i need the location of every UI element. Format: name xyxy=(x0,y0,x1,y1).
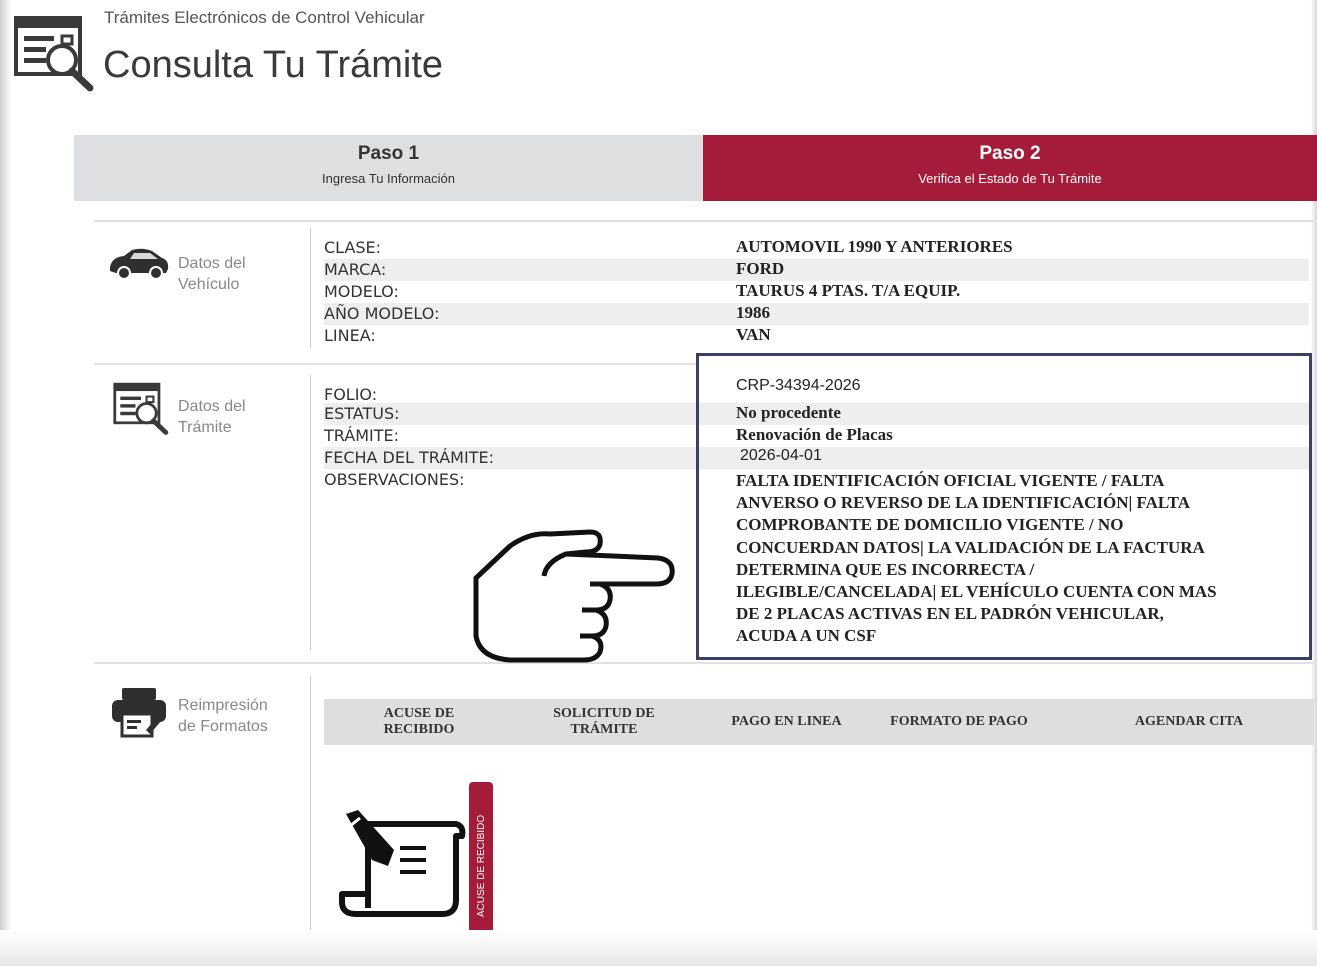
field-label: CLASE: xyxy=(324,238,382,257)
column-label: SOLICITUD DE xyxy=(553,706,655,721)
field-label: ESTATUS: xyxy=(324,404,400,423)
section-label-vehiculo: Datos del Vehículo xyxy=(178,253,246,295)
vehiculo-data: CLASE: AUTOMOVIL 1990 Y ANTERIORES MARCA… xyxy=(324,237,1309,347)
data-row: AÑO MODELO: 1986 xyxy=(324,303,1309,325)
step-1[interactable]: Paso 1 Ingresa Tu Información xyxy=(74,135,703,201)
field-label: TRÁMITE: xyxy=(324,426,399,445)
acuse-download-button[interactable]: ACUSE DE RECIBIDO xyxy=(338,780,503,952)
tab-acuse-de-recibido[interactable]: ACUSE DE RECIBIDO xyxy=(364,706,474,738)
step-2-title: Paso 2 xyxy=(979,143,1041,164)
field-value: TAURUS 4 PTAS. T/A EQUIP. xyxy=(736,281,961,300)
column-label: TRÁMITE xyxy=(570,722,638,737)
field-label: MODELO: xyxy=(324,282,399,301)
section-label-line: de Formatos xyxy=(178,718,268,735)
field-label: LINEA: xyxy=(324,326,376,345)
step-2-subtitle: Verifica el Estado de Tu Trámite xyxy=(918,171,1102,186)
section-label-line: Datos del xyxy=(178,255,246,272)
column-label: RECIBIDO xyxy=(383,722,455,737)
column-label: FORMATO DE PAGO xyxy=(890,714,1028,729)
field-value: FORD xyxy=(736,259,785,278)
field-label: AÑO MODELO: xyxy=(324,304,440,323)
column-divider xyxy=(310,375,311,650)
document-search-icon xyxy=(113,382,169,435)
step-1-title: Paso 1 xyxy=(357,143,420,164)
field-label: OBSERVACIONES: xyxy=(324,470,465,489)
data-row: MARCA: FORD xyxy=(324,259,1309,281)
column-divider xyxy=(310,228,311,348)
field-label: FOLIO: xyxy=(324,385,378,404)
acuse-tab-label: ACUSE DE RECIBIDO xyxy=(476,814,487,918)
data-row: CLASE: AUTOMOVIL 1990 Y ANTERIORES xyxy=(324,237,1309,259)
field-label: FECHA DEL TRÁMITE: xyxy=(324,448,494,467)
section-label-formatos: Reimpresión de Formatos xyxy=(178,695,268,737)
step-2: Paso 2 Verifica el Estado de Tu Trámite xyxy=(703,135,1317,201)
tab-solicitud-de-tramite[interactable]: SOLICITUD DE TRÁMITE xyxy=(529,706,679,738)
printer-icon xyxy=(112,688,166,738)
tab-formato-de-pago[interactable]: FORMATO DE PAGO xyxy=(884,714,1034,730)
column-label: PAGO EN LINEA xyxy=(731,714,842,729)
tab-pago-en-linea[interactable]: PAGO EN LINEA xyxy=(714,714,859,730)
page-subtitle: Trámites Electrónicos de Control Vehicul… xyxy=(104,8,425,27)
section-label-line: Trámite xyxy=(178,419,232,436)
formatos-header: ACUSE DE RECIBIDO SOLICITUD DE TRÁMITE P… xyxy=(324,699,1314,745)
field-value: AUTOMOVIL 1990 Y ANTERIORES xyxy=(736,237,1013,256)
column-label: AGENDAR CITA xyxy=(1134,714,1244,729)
field-label: MARCA: xyxy=(324,260,387,279)
data-row: MODELO: TAURUS 4 PTAS. T/A EQUIP. xyxy=(324,281,1309,303)
column-divider xyxy=(310,676,311,966)
field-value: VAN xyxy=(736,325,771,344)
window-shadow-bottom xyxy=(0,930,1317,966)
highlight-box xyxy=(696,353,1312,660)
section-label-line: Vehículo xyxy=(178,276,240,293)
acuse-tab: ACUSE DE RECIBIDO xyxy=(469,782,493,948)
step-progress: Paso 1 Ingresa Tu Información Paso 2 Ver… xyxy=(74,135,1317,201)
divider xyxy=(94,662,1317,664)
divider xyxy=(94,220,1317,222)
section-label-tramite: Datos del Trámite xyxy=(178,396,246,438)
tab-agendar-cita[interactable]: AGENDAR CITA xyxy=(1114,714,1264,730)
window-shadow-left xyxy=(0,0,12,966)
car-icon xyxy=(110,248,169,280)
step-1-subtitle: Ingresa Tu Información xyxy=(322,171,455,186)
signed-document-icon xyxy=(339,810,466,917)
section-label-line: Reimpresión xyxy=(178,697,268,714)
section-label-line: Datos del xyxy=(178,398,246,415)
page-title: Consulta Tu Trámite xyxy=(103,44,444,86)
pointing-hand-icon xyxy=(473,529,675,663)
field-value: 1986 xyxy=(736,303,770,322)
divider xyxy=(94,363,696,365)
document-search-icon xyxy=(14,16,94,92)
column-label: ACUSE DE xyxy=(383,706,455,721)
data-row: LINEA: VAN xyxy=(324,325,1309,347)
